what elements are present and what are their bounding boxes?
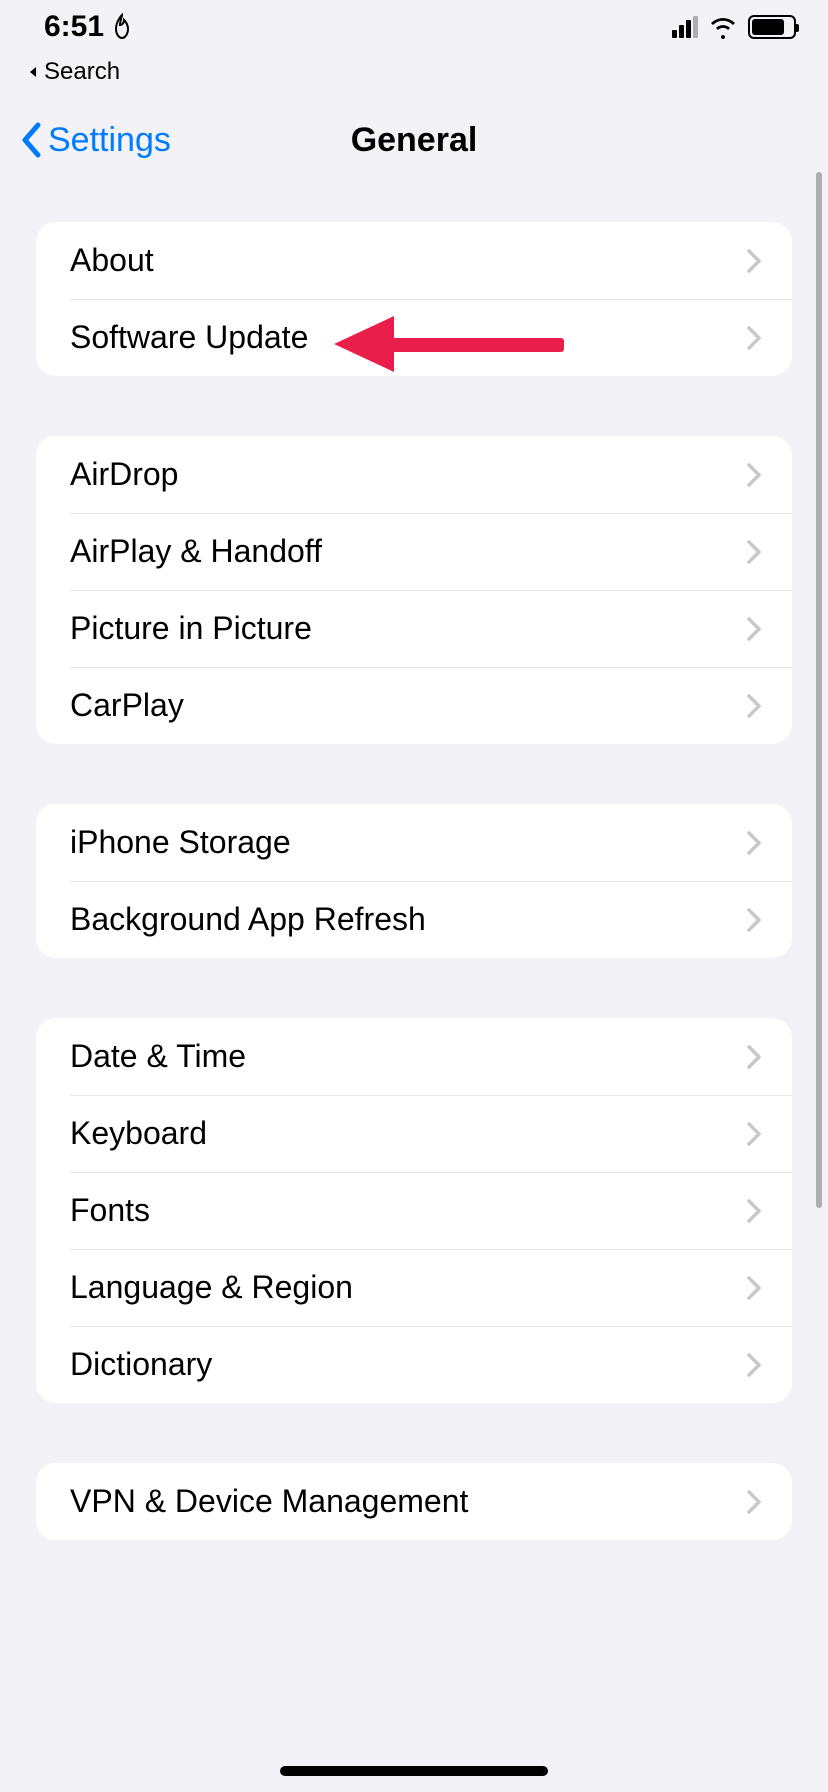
status-time: 6:51 [44,10,104,44]
row-airplay-handoff[interactable]: AirPlay & Handoff [36,513,792,590]
row-label: AirPlay & Handoff [70,533,322,570]
chevron-right-icon [746,1044,762,1070]
chevron-right-icon [746,248,762,274]
row-label: Date & Time [70,1038,246,1075]
cellular-icon [672,16,698,38]
chevron-right-icon [746,1198,762,1224]
settings-group: About Software Update [36,222,792,376]
row-software-update[interactable]: Software Update [36,299,792,376]
row-label: Software Update [70,319,308,356]
breadcrumb-label: Search [44,58,120,86]
row-label: iPhone Storage [70,824,291,861]
status-right [672,15,796,39]
chevron-left-icon [20,122,42,158]
chevron-right-icon [746,693,762,719]
row-date-time[interactable]: Date & Time [36,1018,792,1095]
chevron-right-icon [746,325,762,351]
row-label: Background App Refresh [70,901,426,938]
status-left: 6:51 [44,10,134,44]
chevron-right-icon [746,907,762,933]
row-label: Dictionary [70,1346,212,1383]
caret-left-icon [28,66,40,78]
row-iphone-storage[interactable]: iPhone Storage [36,804,792,881]
battery-fill [752,19,784,35]
nav-bar: Settings General [0,100,828,180]
settings-group: iPhone Storage Background App Refresh [36,804,792,958]
row-label: CarPlay [70,687,184,724]
back-button[interactable]: Settings [20,121,171,160]
chevron-right-icon [746,830,762,856]
chevron-right-icon [746,1352,762,1378]
row-label: Keyboard [70,1115,207,1152]
row-label: Fonts [70,1192,150,1229]
row-label: Language & Region [70,1269,353,1306]
wifi-icon [708,15,738,39]
row-dictionary[interactable]: Dictionary [36,1326,792,1403]
home-indicator[interactable] [280,1766,548,1776]
chevron-right-icon [746,1275,762,1301]
scroll-indicator[interactable] [816,172,822,1208]
chevron-right-icon [746,1121,762,1147]
chevron-right-icon [746,539,762,565]
row-label: About [70,242,154,279]
chevron-right-icon [746,616,762,642]
chevron-right-icon [746,462,762,488]
row-label: Picture in Picture [70,610,312,647]
row-carplay[interactable]: CarPlay [36,667,792,744]
settings-group: VPN & Device Management [36,1463,792,1540]
row-vpn-device-management[interactable]: VPN & Device Management [36,1463,792,1540]
battery-icon [748,15,796,39]
row-about[interactable]: About [36,222,792,299]
row-keyboard[interactable]: Keyboard [36,1095,792,1172]
row-label: AirDrop [70,456,178,493]
row-picture-in-picture[interactable]: Picture in Picture [36,590,792,667]
status-bar: 6:51 [0,0,828,54]
row-background-app-refresh[interactable]: Background App Refresh [36,881,792,958]
settings-group: AirDrop AirPlay & Handoff Picture in Pic… [36,436,792,744]
focus-icon [110,13,134,41]
row-language-region[interactable]: Language & Region [36,1249,792,1326]
back-label: Settings [48,121,171,160]
row-airdrop[interactable]: AirDrop [36,436,792,513]
row-fonts[interactable]: Fonts [36,1172,792,1249]
settings-content: About Software Update AirDrop AirPlay & … [0,222,828,1540]
breadcrumb-back[interactable]: Search [0,54,828,100]
chevron-right-icon [746,1489,762,1515]
row-label: VPN & Device Management [70,1483,468,1520]
settings-group: Date & Time Keyboard Fonts Language & Re… [36,1018,792,1403]
